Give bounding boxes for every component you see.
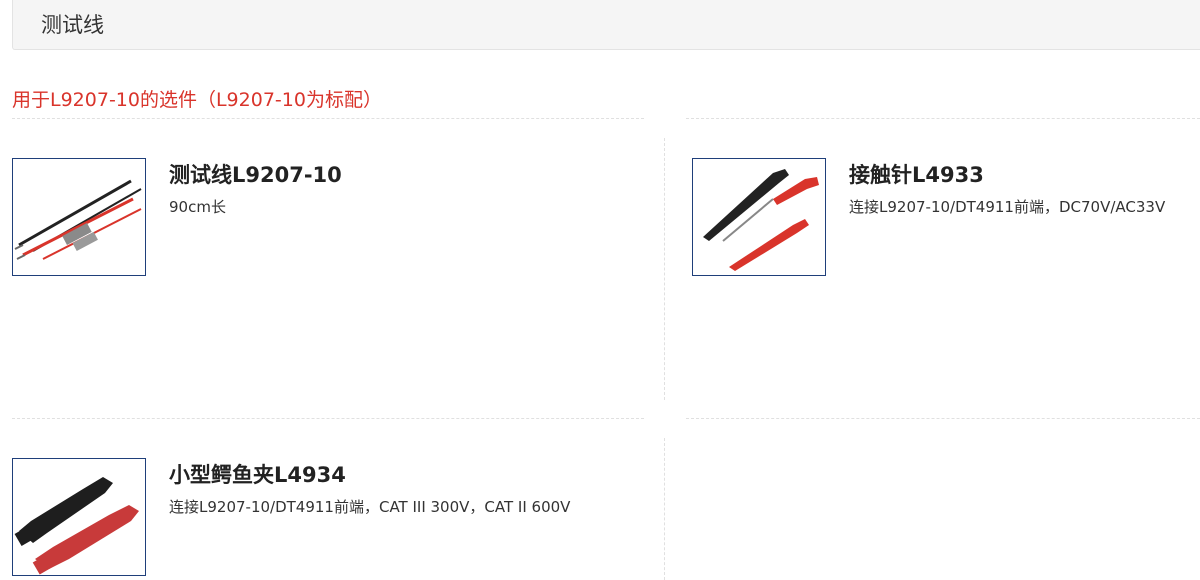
options-subtitle: 用于L9207-10的选件（L9207-10为标配） <box>12 89 382 111</box>
divider <box>12 418 644 419</box>
product-description: 90cm长 <box>169 198 226 216</box>
section-header: 测试线 <box>12 0 1200 50</box>
divider <box>664 438 665 580</box>
product-description: 连接L9207-10/DT4911前端，DC70V/AC33V <box>849 198 1166 216</box>
product-name[interactable]: 测试线L9207-10 <box>169 160 342 190</box>
divider <box>12 118 644 119</box>
alligator-clip-icon[interactable] <box>12 458 146 576</box>
product-name[interactable]: 接触针L4933 <box>849 160 984 190</box>
section-title: 测试线 <box>41 13 104 37</box>
test-lead-icon[interactable] <box>12 158 146 276</box>
divider <box>686 118 1200 119</box>
divider <box>664 138 665 400</box>
product-description: 连接L9207-10/DT4911前端，CAT III 300V，CAT II … <box>169 498 571 516</box>
divider <box>686 418 1200 419</box>
contact-pin-icon[interactable] <box>692 158 826 276</box>
product-name[interactable]: 小型鳄鱼夹L4934 <box>169 460 346 490</box>
